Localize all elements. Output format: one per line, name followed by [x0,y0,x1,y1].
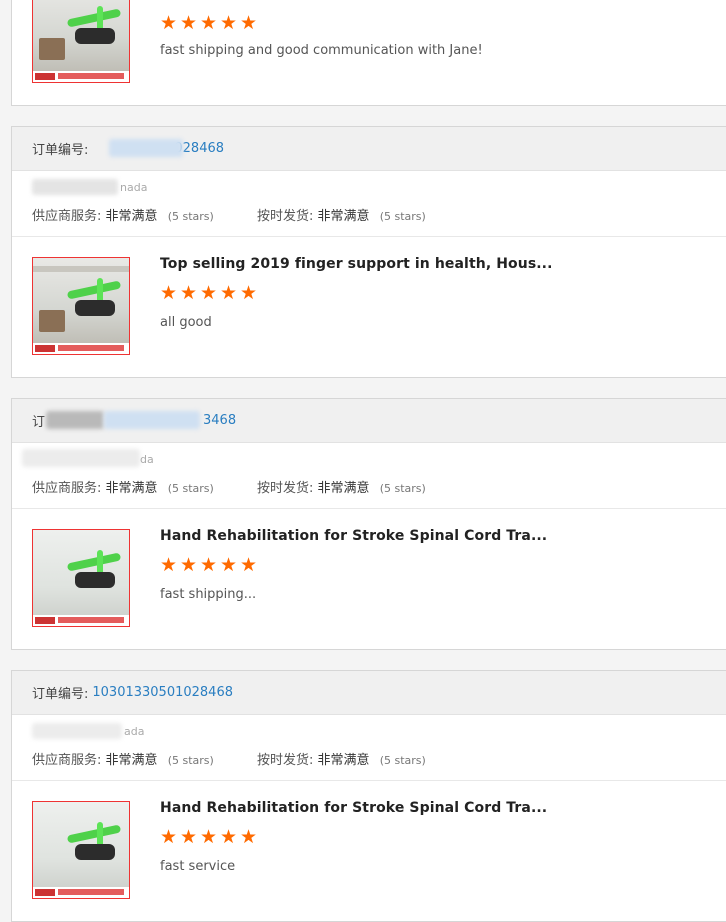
product-title-link[interactable]: Hand Rehabilitation for Stroke Spinal Co… [160,800,547,816]
supplier-service-label: 供应商服务: [32,753,102,768]
buyer-name: da [140,453,154,466]
supplier-service-value: 非常满意 [105,209,158,224]
order-meta: ada 供应商服务: 非常满意 (5 stars) 按时发货: 非常满意 (5 … [12,715,726,781]
star-icon: ★ [240,282,258,304]
seller-ratings: 供应商服务: 非常满意 (5 stars) 按时发货: 非常满意 (5 star… [32,477,426,496]
order-meta: nada 供应商服务: 非常满意 (5 stars) 按时发货: 非常满意 (5… [12,171,726,237]
product-title-link[interactable]: Top selling 2019 finger support in healt… [160,256,553,272]
review-card: 订单编号: 10301330501028468 ada 供应商服务: 非常满意 … [11,670,726,922]
shipping-value: 非常满意 [317,753,370,768]
star-icon: ★ [240,554,258,576]
supplier-service-label: 供应商服务: [32,209,102,224]
product-thumbnail[interactable] [32,529,130,627]
star-icon: ★ [220,554,238,576]
product-row: Hand Rehabilitation for Stroke Spinal Co… [12,509,726,649]
order-header: 订 3468 [12,399,726,443]
order-number-link[interactable]: 3468 [203,413,236,428]
review-comment: fast shipping and good communication wit… [160,43,483,58]
star-icon: ★ [180,282,198,304]
rating-stars: ★ ★ ★ ★ ★ [160,554,258,576]
order-header: 订单编号: 028468 [12,127,726,171]
supplier-service-stars: (5 stars) [167,210,214,223]
shipping-stars: (5 stars) [379,210,426,223]
seller-ratings: 供应商服务: 非常满意 (5 stars) 按时发货: 非常满意 (5 star… [32,749,426,768]
review-comment: fast service [160,859,236,874]
shipping-stars: (5 stars) [379,482,426,495]
product-thumbnail[interactable] [32,257,130,355]
shipping-value: 非常满意 [317,481,370,496]
supplier-service-value: 非常满意 [105,753,158,768]
product-thumbnail[interactable] [32,801,130,899]
order-label: 订 [32,415,46,430]
product-title-link[interactable]: Hand Rehabilitation for Stroke Spinal Co… [160,528,547,544]
star-icon: ★ [180,826,198,848]
product-thumbnail[interactable] [32,0,130,83]
review-card: 订单编号: 028468 nada 供应商服务: 非常满意 (5 stars) … [11,126,726,378]
order-number-link[interactable]: 10301330501028468 [92,685,233,700]
rating-stars: ★ ★ ★ ★ ★ [160,12,258,34]
star-icon: ★ [160,12,178,34]
order-label: 订单编号: [32,687,89,702]
rating-stars: ★ ★ ★ ★ ★ [160,282,258,304]
star-icon: ★ [240,12,258,34]
review-card: 订 3468 da 供应商服务: 非常满意 (5 stars) 按时发货: 非常… [11,398,726,650]
supplier-service-stars: (5 stars) [167,482,214,495]
star-icon: ★ [200,12,218,34]
star-icon: ★ [220,12,238,34]
buyer-name: nada [120,181,148,194]
shipping-label: 按时发货: [257,481,314,496]
supplier-service-label: 供应商服务: [32,481,102,496]
rating-stars: ★ ★ ★ ★ ★ [160,826,258,848]
shipping-label: 按时发货: [257,209,314,224]
star-icon: ★ [160,282,178,304]
review-comment: all good [160,315,212,330]
supplier-service-stars: (5 stars) [167,754,214,767]
product-row: ★ ★ ★ ★ ★ fast shipping and good communi… [12,0,726,105]
shipping-stars: (5 stars) [379,754,426,767]
order-meta: da 供应商服务: 非常满意 (5 stars) 按时发货: 非常满意 (5 s… [12,443,726,509]
star-icon: ★ [200,554,218,576]
star-icon: ★ [180,12,198,34]
star-icon: ★ [160,554,178,576]
star-icon: ★ [180,554,198,576]
shipping-label: 按时发货: [257,753,314,768]
star-icon: ★ [220,282,238,304]
review-comment: fast shipping... [160,587,257,602]
review-card: ★ ★ ★ ★ ★ fast shipping and good communi… [11,0,726,106]
star-icon: ★ [200,282,218,304]
shipping-value: 非常满意 [317,209,370,224]
supplier-service-value: 非常满意 [105,481,158,496]
product-row: Top selling 2019 finger support in healt… [12,237,726,377]
star-icon: ★ [240,826,258,848]
seller-ratings: 供应商服务: 非常满意 (5 stars) 按时发货: 非常满意 (5 star… [32,205,426,224]
buyer-name: ada [124,725,145,738]
order-label: 订单编号: [32,143,89,158]
product-row: Hand Rehabilitation for Stroke Spinal Co… [12,781,726,921]
star-icon: ★ [160,826,178,848]
star-icon: ★ [200,826,218,848]
star-icon: ★ [220,826,238,848]
order-header: 订单编号: 10301330501028468 [12,671,726,715]
